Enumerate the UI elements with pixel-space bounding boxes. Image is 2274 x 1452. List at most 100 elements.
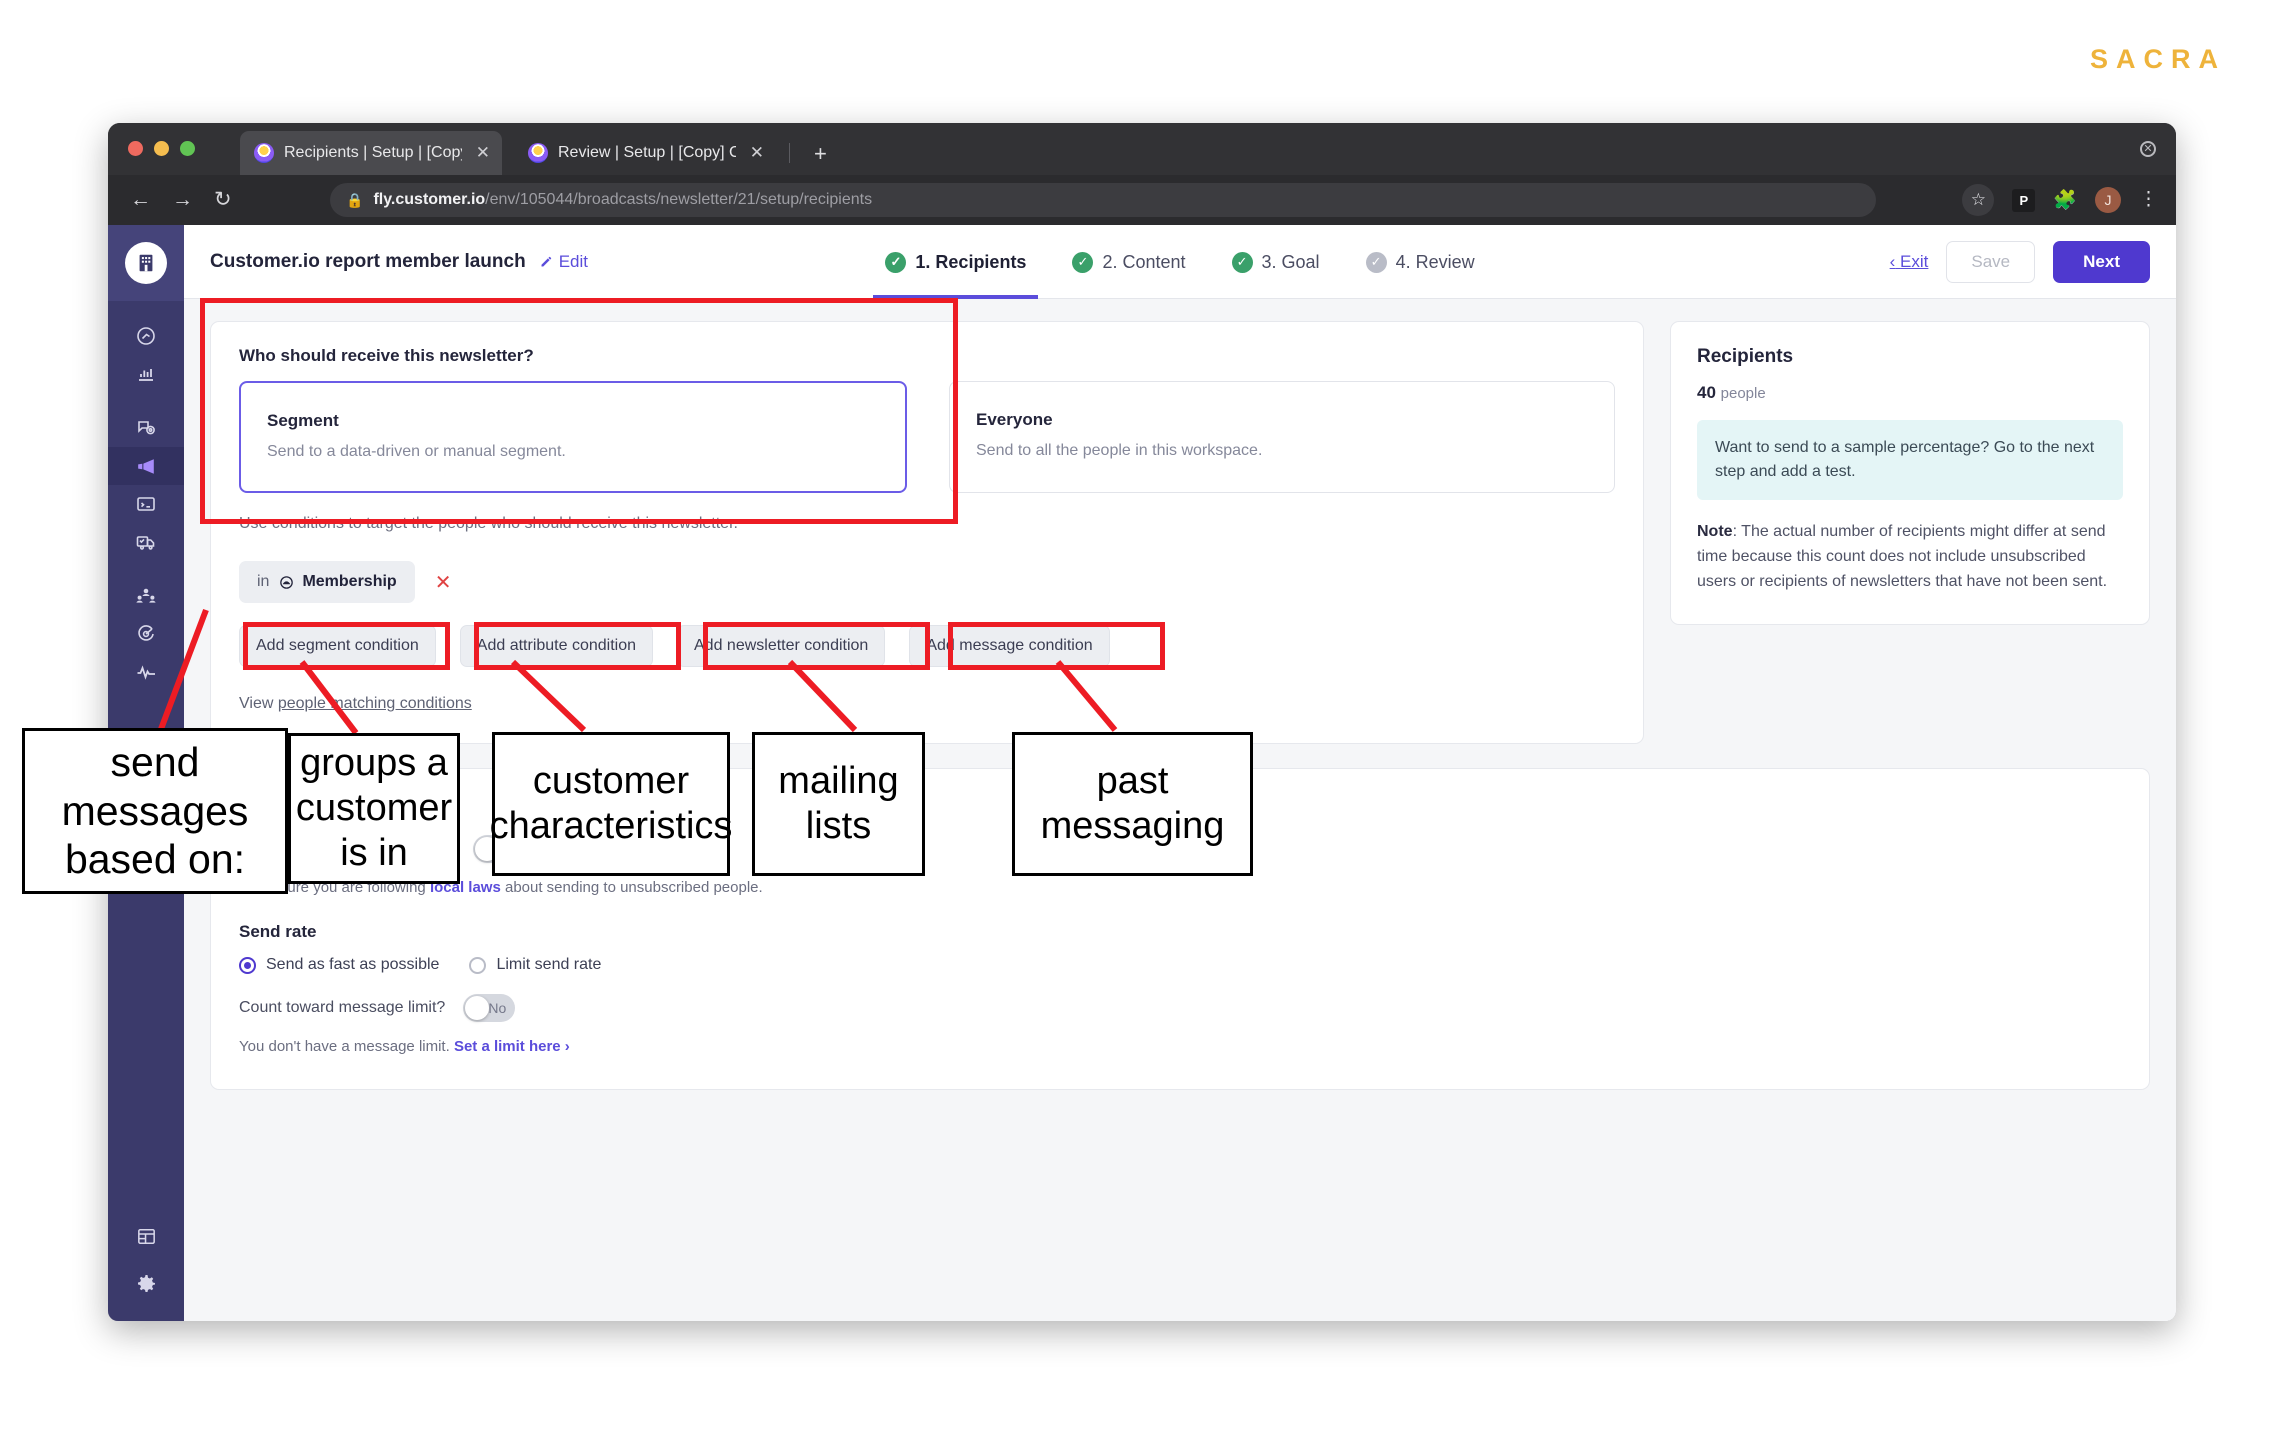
send-rate-section: Send rate Send as fast as possible Limit… [239,922,2121,974]
people-icon [136,588,156,603]
sidebar-item-dashboard[interactable] [108,317,184,355]
new-tab-button[interactable]: + [814,143,827,165]
step-recipients[interactable]: ✓ 1. Recipients [873,225,1039,299]
avatar[interactable]: J [2095,187,2121,213]
customerio-favicon-icon [254,143,274,163]
bookmark-star-icon[interactable]: ☆ [1962,184,1995,216]
app-header: Customer.io report member launch Edit ✓ … [184,225,2176,299]
sidebar-item-code-snippets[interactable] [108,485,184,523]
terminal-icon [137,497,155,511]
message-limit-toggle[interactable]: No [463,994,516,1022]
sidebar-workspace-logo[interactable] [108,225,184,301]
unsubscribed-toggle[interactable]: No [473,835,526,863]
audience-option-segment[interactable]: Segment Send to a data-driven or manual … [239,381,907,493]
browser-tab-strip: Recipients | Setup | [Copy] Cal ✕ Review… [108,123,2176,175]
radio-mark-icon [239,956,256,974]
sidebar-item-analytics[interactable] [108,355,184,393]
recipients-count-value: 40 [1697,383,1716,402]
browser-menu-icon[interactable]: ⋮ [2139,190,2158,209]
app-body: Who should receive this newsletter? Segm… [184,299,2176,1321]
recipients-card: Who should receive this newsletter? Segm… [210,321,1644,744]
target-icon [138,625,154,641]
edit-label: Edit [558,251,588,271]
sidebar-item-people[interactable] [108,577,184,615]
fineprint-prefix: Make sure you are following [239,879,430,896]
view-link-text: people matching conditions [277,695,472,712]
close-icon[interactable]: ✕ [476,143,490,163]
app-sidebar [108,225,184,1321]
sidebar-item-reports[interactable] [108,1217,184,1255]
add-condition-buttons: Add segment condition Add attribute cond… [239,625,1615,667]
fineprint-suffix: about sending to unsubscribed people. [500,879,763,896]
minimize-window-dot[interactable] [154,141,169,156]
radio-label: Send as fast as possible [266,956,440,973]
option-desc: Send to a data-driven or manual segment. [267,443,566,460]
radio-send-as-fast-as-possible[interactable]: Send as fast as possible [239,956,439,974]
header-actions: ‹ Exit Save Next [1890,240,2150,283]
check-icon: ✓ [885,251,907,273]
add-attribute-condition-button[interactable]: Add attribute condition [459,625,653,667]
workspace-building-icon [125,242,167,284]
step-goal[interactable]: ✓ 3. Goal [1228,225,1324,299]
unsubscribed-fineprint: Make sure you are following local laws a… [239,879,2121,896]
local-laws-link[interactable]: local laws [430,879,501,896]
close-window-dot[interactable] [128,141,143,156]
sidebar-item-activity[interactable] [108,653,184,691]
sidebar-item-goals[interactable] [108,615,184,653]
sending-card: Sending Send to unsubscribed people? No … [210,768,2150,1090]
add-message-condition-button[interactable]: Add message condition [909,625,1110,667]
back-icon[interactable]: ← [130,187,151,213]
campaign-target-icon [138,421,155,435]
close-icon[interactable]: ✕ [750,143,764,163]
forward-icon[interactable]: → [172,187,193,213]
check-icon: ✓ [1365,251,1387,273]
window-traffic-lights[interactable] [128,141,195,156]
toggle-knob [475,837,500,861]
exit-link[interactable]: ‹ Exit [1890,252,1929,272]
sidebar-item-broadcasts[interactable] [108,447,184,485]
edit-title-button[interactable]: Edit [539,252,588,272]
sacra-watermark: SACRA [2089,44,2226,74]
conditions-hint: Use conditions to target the people who … [239,515,738,532]
gear-icon [138,1275,155,1292]
sidebar-item-settings[interactable] [108,1265,184,1303]
extensions-puzzle-icon[interactable]: 🧩 [2053,188,2077,212]
window-close-icon[interactable]: ✕ [2140,141,2156,157]
toggle-label: No [488,1000,507,1016]
url-domain: fly.customer.io [373,191,486,208]
sidebar-item-journeys[interactable] [108,409,184,447]
message-limit-row: Count toward message limit? No [239,994,2121,1022]
recipients-summary-panel: Recipients 40 people Want to send to a s… [1670,321,2150,626]
remove-condition-icon[interactable]: ✕ [435,570,452,595]
fineprint-prefix: You don't have a message limit. [239,1038,454,1055]
condition-pill-membership[interactable]: in Membership [239,561,415,603]
option-title: Everyone [976,410,1053,429]
sending-section-title: Sending [239,795,307,814]
option-title: Segment [267,411,339,430]
segment-icon [280,575,294,589]
maximize-window-dot[interactable] [180,141,195,156]
sidebar-item-deliveries[interactable] [108,523,184,561]
sidebar-bottom-group [108,1217,184,1303]
step-content[interactable]: ✓ 2. Content [1068,225,1189,299]
add-newsletter-condition-button[interactable]: Add newsletter condition [677,625,886,667]
profile-chip-icon[interactable]: P [2012,188,2036,212]
tab-title: Recipients | Setup | [Copy] Cal [284,144,462,161]
address-bar[interactable]: 🔒 fly.customer.io/env/105044/broadcasts/… [330,183,1876,217]
audience-option-everyone[interactable]: Everyone Send to all the people in this … [949,381,1615,493]
gauge-icon [137,327,155,345]
reload-icon[interactable]: ↻ [214,187,232,213]
save-button[interactable]: Save [1946,240,2036,283]
toggle-label: No [498,841,517,857]
radio-limit-send-rate[interactable]: Limit send rate [469,956,601,974]
pulse-icon [137,665,155,680]
next-button[interactable]: Next [2053,240,2150,283]
browser-tab-recipients[interactable]: Recipients | Setup | [Copy] Cal ✕ [240,131,502,175]
url-path: /env/105044/broadcasts/newsletter/21/set… [485,191,873,208]
set-a-limit-link[interactable]: Set a limit here › [454,1038,570,1055]
add-segment-condition-button[interactable]: Add segment condition [239,625,436,667]
view-matching-people-link[interactable]: View people matching conditions [239,695,1615,713]
browser-tab-review[interactable]: Review | Setup | [Copy] Calend ✕ [514,131,776,175]
condition-row: in Membership ✕ [239,561,1615,603]
step-review[interactable]: ✓ 4. Review [1362,225,1479,299]
